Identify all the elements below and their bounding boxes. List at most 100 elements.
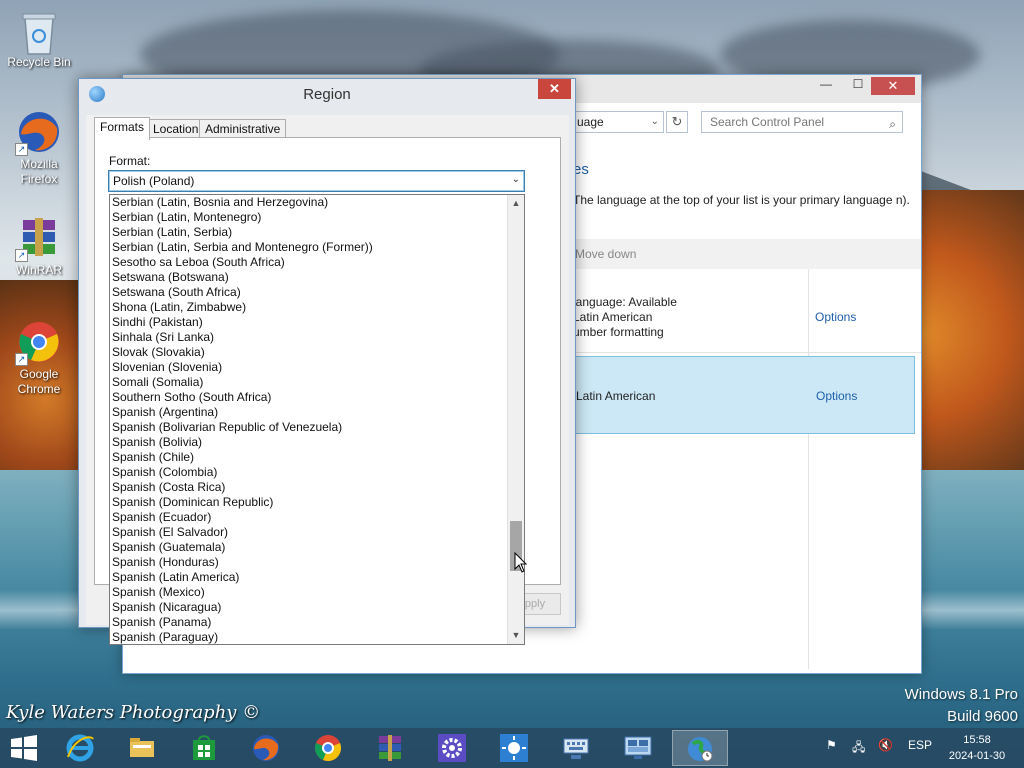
- desktop-icon-recycle-bin[interactable]: Recycle Bin: [1, 8, 77, 70]
- desktop-icon-label: WinRAR: [15, 263, 62, 277]
- chevron-down-icon[interactable]: ⌄: [512, 174, 520, 185]
- firefox-icon: [238, 733, 294, 766]
- scroll-down-arrow-icon[interactable]: ▼: [508, 627, 524, 644]
- minimize-button[interactable]: —: [813, 77, 839, 95]
- dropdown-option[interactable]: Spanish (Dominican Republic): [110, 495, 508, 510]
- dropdown-option[interactable]: Sesotho sa Leboa (South Africa): [110, 255, 508, 270]
- shortcut-arrow-icon: ↗: [15, 353, 28, 366]
- language-row-line: umber formatting: [573, 325, 664, 339]
- format-select[interactable]: Polish (Poland) ⌄: [108, 170, 525, 192]
- dropdown-option[interactable]: Sinhala (Sri Lanka): [110, 330, 508, 345]
- move-down-button[interactable]: Move down: [575, 247, 636, 261]
- dropdown-option[interactable]: Spanish (Paraguay): [110, 630, 508, 644]
- brightness-icon: [486, 733, 542, 766]
- dropdown-option[interactable]: Setswana (South Africa): [110, 285, 508, 300]
- taskbar-button-brightness[interactable]: [486, 730, 542, 766]
- winrar-icon: [362, 733, 418, 766]
- dropdown-option[interactable]: Spanish (Costa Rica): [110, 480, 508, 495]
- dropdown-option[interactable]: Spanish (Bolivia): [110, 435, 508, 450]
- refresh-button[interactable]: ↻: [666, 111, 688, 133]
- search-icon: ⌕: [889, 117, 896, 131]
- taskbar-button-file-explorer[interactable]: [114, 730, 170, 766]
- dropdown-option[interactable]: Spanish (Honduras): [110, 555, 508, 570]
- dropdown-option[interactable]: Serbian (Latin, Montenegro): [110, 210, 508, 225]
- clock-date: 2024-01-30: [948, 750, 1006, 762]
- options-link[interactable]: Options: [816, 389, 857, 403]
- os-build: Build 9600: [947, 708, 1018, 725]
- close-button[interactable]: ✕: [538, 79, 571, 99]
- taskbar-button-keyboard[interactable]: [548, 730, 604, 766]
- taskbar-button-store[interactable]: [176, 730, 232, 766]
- input-language-indicator[interactable]: ESP: [908, 738, 932, 752]
- language-row-label: Latin American: [576, 389, 656, 403]
- taskbar-button-chrome[interactable]: [300, 730, 356, 766]
- scroll-up-arrow-icon[interactable]: ▲: [508, 195, 524, 212]
- desktop-icon-chrome[interactable]: ↗ Google Chrome: [1, 320, 77, 397]
- dropdown-items: Serbian (Latin, Bosnia and Herzegovina) S…: [110, 195, 508, 644]
- recycle-bin-icon: [17, 8, 61, 55]
- dropdown-option[interactable]: Spanish (Mexico): [110, 585, 508, 600]
- tab-location[interactable]: Location: [147, 119, 205, 139]
- internet-explorer-icon: [52, 733, 108, 766]
- network-icon[interactable]: 🖧: [852, 738, 865, 759]
- maximize-button[interactable]: ☐: [845, 77, 871, 95]
- dropdown-option[interactable]: Spanish (Colombia): [110, 465, 508, 480]
- region-globe-icon: [673, 734, 727, 767]
- chrome-icon: ↗: [15, 320, 61, 366]
- language-row[interactable]: language: Available Latin American umber…: [563, 281, 921, 353]
- dropdown-option[interactable]: Shona (Latin, Zimbabwe): [110, 300, 508, 315]
- dropdown-option[interactable]: Slovenian (Slovenia): [110, 360, 508, 375]
- tab-administrative[interactable]: Administrative: [199, 119, 287, 139]
- dropdown-option[interactable]: Spanish (El Salvador): [110, 525, 508, 540]
- dropdown-option[interactable]: Spanish (Bolivarian Republic of Venezuel…: [110, 420, 508, 435]
- start-button[interactable]: [10, 735, 38, 761]
- taskbar-button-firefox[interactable]: [238, 730, 294, 766]
- language-row-details: language: Available Latin American umber…: [573, 295, 677, 340]
- dropdown-option[interactable]: Serbian (Latin, Serbia): [110, 225, 508, 240]
- desktop-icon-winrar[interactable]: ↗ WinRAR: [1, 216, 77, 278]
- close-button[interactable]: ✕: [871, 77, 915, 95]
- tab-formats[interactable]: Formats: [94, 117, 151, 140]
- taskbar-button-region-globe[interactable]: [672, 730, 728, 766]
- desktop-icon-firefox[interactable]: ↗ Mozilla Firefox: [1, 110, 77, 187]
- region-titlebar[interactable]: Region ✕: [79, 79, 575, 109]
- format-dropdown-list[interactable]: Serbian (Latin, Bosnia and Herzegovina) S…: [109, 194, 525, 645]
- dropdown-option[interactable]: Spanish (Nicaragua): [110, 600, 508, 615]
- volume-muted-icon[interactable]: 🔇: [878, 738, 893, 752]
- chevron-down-icon[interactable]: ⌄: [651, 112, 659, 132]
- shortcut-arrow-icon: ↗: [15, 143, 28, 156]
- dropdown-option[interactable]: Spanish (Chile): [110, 450, 508, 465]
- page-description: The language at the top of your list is …: [573, 193, 910, 207]
- flag-icon[interactable]: ⚑: [826, 738, 837, 752]
- search-input[interactable]: Search Control Panel ⌕: [701, 111, 903, 133]
- dropdown-option[interactable]: Southern Sotho (South Africa): [110, 390, 508, 405]
- refresh-icon: ↻: [671, 114, 683, 129]
- remote-desktop-icon: [610, 733, 666, 766]
- dropdown-option[interactable]: Serbian (Latin, Bosnia and Herzegovina): [110, 195, 508, 210]
- dropdown-option[interactable]: Spanish (Latin America): [110, 570, 508, 585]
- dropdown-option[interactable]: Spanish (Guatemala): [110, 540, 508, 555]
- clock[interactable]: 15:58 2024-01-30: [940, 732, 1014, 764]
- dropdown-option[interactable]: Setswana (Botswana): [110, 270, 508, 285]
- dropdown-option[interactable]: Serbian (Latin, Serbia and Montenegro (F…: [110, 240, 508, 255]
- dropdown-option[interactable]: Somali (Somalia): [110, 375, 508, 390]
- language-row-selected[interactable]: Latin American Options: [563, 356, 915, 434]
- taskbar-button-remote-desktop[interactable]: [610, 730, 666, 766]
- dropdown-option[interactable]: Spanish (Ecuador): [110, 510, 508, 525]
- taskbar-button-settings-gear[interactable]: [424, 730, 480, 766]
- mouse-cursor-icon: [514, 551, 528, 577]
- address-bar[interactable]: uage ⌄: [568, 111, 664, 133]
- winrar-icon: ↗: [15, 216, 61, 262]
- address-text: uage: [577, 115, 604, 129]
- dropdown-option[interactable]: Spanish (Argentina): [110, 405, 508, 420]
- windows-logo-icon: [11, 735, 37, 761]
- shortcut-arrow-icon: ↗: [15, 249, 28, 262]
- dropdown-option[interactable]: Slovak (Slovakia): [110, 345, 508, 360]
- dropdown-option[interactable]: Sindhi (Pakistan): [110, 315, 508, 330]
- taskbar-button-internet-explorer[interactable]: [52, 730, 108, 766]
- dropdown-option[interactable]: Spanish (Panama): [110, 615, 508, 630]
- format-label: Format:: [109, 154, 151, 168]
- taskbar-button-winrar[interactable]: [362, 730, 418, 766]
- file-explorer-icon: [114, 733, 170, 766]
- options-link[interactable]: Options: [815, 310, 856, 324]
